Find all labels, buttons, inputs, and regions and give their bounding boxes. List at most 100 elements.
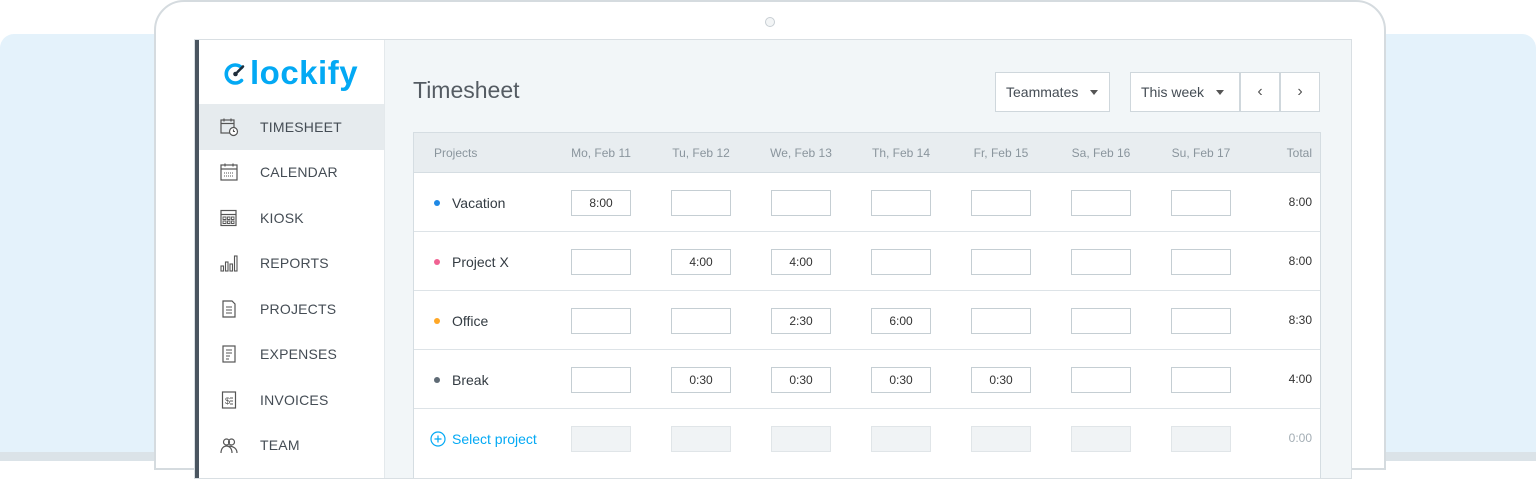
time-entry-input[interactable] [571,367,631,393]
timesheet-icon [219,117,239,137]
table-row: Break 0:30 0:30 0:30 0:30 4:00 [414,350,1320,409]
teammates-dropdown[interactable]: Teammates [995,72,1110,112]
time-entry-input[interactable] [671,308,731,334]
project-label: Vacation [452,194,506,211]
chevron-down-icon [1090,89,1099,95]
sidebar-item-label: REPORTS [260,255,329,272]
previous-week-button[interactable]: ‹ [1240,72,1280,112]
sidebar-item-label: EXPENSES [260,346,338,363]
sidebar-item-invoices[interactable]: $ INVOICES [199,377,384,423]
row-total: 8:00 [1288,254,1312,268]
time-entry-input[interactable]: 4:00 [671,249,731,275]
time-entry-input[interactable] [1071,308,1131,334]
sidebar-item-projects[interactable]: PROJECTS [199,286,384,332]
time-entry-input[interactable] [1071,249,1131,275]
time-entry-input[interactable]: 0:30 [771,367,831,393]
time-entry-input[interactable]: 6:00 [871,308,931,334]
time-entry-input[interactable] [571,308,631,334]
sidebar-item-label: KIOSK [260,209,304,226]
column-header-day: Th, Feb 14 [871,146,931,160]
clockify-logo[interactable]: lockify [224,54,358,92]
time-entry-input[interactable] [1071,190,1131,216]
select-project-button[interactable]: Select project [430,409,537,468]
column-header-day: Fr, Feb 15 [973,146,1029,160]
time-entry-input[interactable] [971,190,1031,216]
column-header-day: Mo, Feb 11 [571,146,631,160]
row-total: 4:00 [1288,372,1312,386]
project-color-dot [434,199,440,206]
time-entry-input[interactable]: 0:30 [971,367,1031,393]
table-row: Project X 4:00 4:00 8:00 [414,232,1320,291]
time-entry-input[interactable] [771,190,831,216]
select-project-label: Select project [452,430,537,447]
project-name: Project X [434,232,509,291]
timesheet-table: Projects Mo, Feb 11 Tu, Feb 12 We, Feb 1… [413,132,1321,478]
project-color-dot [434,376,440,383]
time-entry-input[interactable] [571,249,631,275]
table-header: Projects Mo, Feb 11 Tu, Feb 12 We, Feb 1… [414,133,1320,173]
sidebar-nav: TIMESHEET CALENDAR KIOSK REPORTS PROJECT… [199,104,384,468]
row-total: 8:30 [1288,313,1312,327]
sidebar-item-label: TEAM [260,437,300,454]
camera-icon [765,17,775,27]
table-row: Office 2:30 6:00 8:30 [414,291,1320,350]
sidebar-item-label: CALENDAR [260,164,338,181]
sidebar-item-calendar[interactable]: CALENDAR [199,150,384,196]
time-entry-input[interactable] [871,249,931,275]
project-name: Office [434,291,488,350]
time-entry-input[interactable]: 0:30 [871,367,931,393]
calendar-icon [219,162,239,182]
app-screen: lockify TIMESHEET CALENDAR KIOSK REPORTS… [194,39,1352,479]
sidebar-item-team[interactable]: TEAM [199,423,384,469]
column-header-projects: Projects [434,146,478,160]
time-entry-input[interactable] [1171,308,1231,334]
time-entry-input[interactable] [671,190,731,216]
sidebar-item-label: TIMESHEET [260,118,342,135]
time-entry-input[interactable] [1171,367,1231,393]
time-entry-input[interactable]: 4:00 [771,249,831,275]
projects-icon [219,299,239,319]
sidebar-item-label: PROJECTS [260,300,337,317]
row-total: 8:00 [1288,195,1312,209]
time-entry-input[interactable] [1171,190,1231,216]
kiosk-icon [219,208,239,228]
project-label: Project X [452,253,509,270]
project-label: Office [452,312,489,329]
project-color-dot [434,258,440,265]
time-entry-input[interactable]: 0:30 [671,367,731,393]
project-color-dot [434,317,440,324]
sidebar-item-kiosk[interactable]: KIOSK [199,195,384,241]
time-entry-input[interactable]: 2:30 [771,308,831,334]
date-range-label: This week [1141,84,1205,100]
reports-icon [219,253,239,273]
add-circle-icon [430,430,446,447]
row-total: 0:00 [1288,431,1312,445]
next-week-button[interactable]: › [1280,72,1320,112]
time-entry-input-disabled [971,426,1031,452]
table-row: Vacation 8:00 8:00 [414,173,1320,232]
select-project-row: Select project 0:00 [414,409,1320,468]
project-name: Break [434,350,489,409]
sidebar-item-reports[interactable]: REPORTS [199,241,384,287]
date-range-dropdown[interactable]: This week [1130,72,1240,112]
logo-text: lockify [250,54,359,91]
laptop-frame: lockify TIMESHEET CALENDAR KIOSK REPORTS… [154,0,1386,479]
time-entry-input[interactable] [1071,367,1131,393]
time-entry-input[interactable] [971,308,1031,334]
time-entry-input[interactable]: 8:00 [571,190,631,216]
sidebar: lockify TIMESHEET CALENDAR KIOSK REPORTS… [195,40,385,478]
project-name: Vacation [434,173,505,232]
main-content: Timesheet Teammates This week ‹ › Projec… [385,40,1351,478]
clockify-logo-icon [224,63,245,85]
column-header-day: We, Feb 13 [770,146,832,160]
time-entry-input-disabled [871,426,931,452]
teammates-label: Teammates [1006,84,1079,100]
time-entry-input[interactable] [871,190,931,216]
sidebar-item-expenses[interactable]: EXPENSES [199,332,384,378]
time-entry-input[interactable] [1171,249,1231,275]
sidebar-item-timesheet[interactable]: TIMESHEET [199,104,384,150]
column-header-total: Total [1286,146,1312,160]
column-header-day: Su, Feb 17 [1171,146,1231,160]
page-title: Timesheet [413,77,520,103]
time-entry-input[interactable] [971,249,1031,275]
